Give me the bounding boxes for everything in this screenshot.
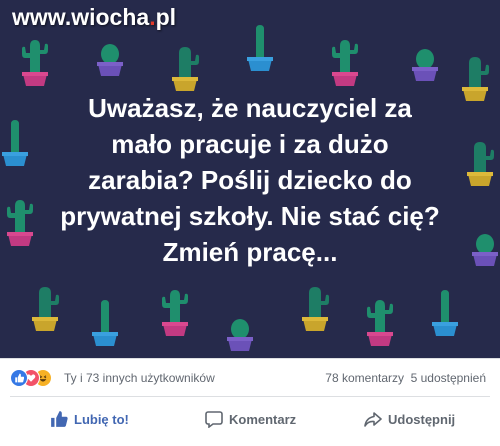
post-image[interactable]: www.wiocha.pl Uważasz, że nauczyciel za … [0,0,500,358]
share-button-label: Udostępnij [388,411,456,427]
reactions-bar: Ty i 73 innych użytkowników 78 komentarz… [0,360,500,396]
comment-icon [205,411,223,428]
meme-text-line: Zmień pracę... [162,237,338,267]
meme-text-line: mało pracuje i za dużo [111,129,389,159]
share-button[interactable]: Udostępnij [364,404,455,434]
comment-button-label: Komentarz [229,411,297,427]
like-button-label: Lubię to! [74,411,129,427]
watermark-tld: pl [155,4,177,30]
shares-count-link[interactable]: 5 udostępnień [411,371,486,385]
reaction-icons[interactable] [10,369,60,387]
comments-count-link[interactable]: 78 komentarzy [325,371,404,385]
watermark-logo: www.wiocha.pl [12,4,176,31]
share-icon [364,412,382,427]
divider [0,358,500,359]
meme-text-line: prywatnej szkoły. Nie stać cię? [60,201,440,231]
meme-text-line: Uważasz, że nauczyciel za [88,93,412,123]
like-button[interactable]: Lubię to! [50,404,129,434]
comment-button[interactable]: Komentarz [205,404,296,434]
watermark-name: wiocha [71,4,150,30]
thumbs-up-icon [51,411,68,427]
like-reaction-icon [10,369,28,387]
reactions-summary[interactable]: Ty i 73 innych użytkowników [64,371,215,385]
divider [10,396,490,397]
post-actions: Lubię to! Komentarz Udostępnij [0,398,500,442]
meme-text-line: zarabia? Poślij dziecko do [88,165,412,195]
meme-text: Uważasz, że nauczyciel za mało pracuje i… [20,90,480,270]
watermark-prefix: www. [12,4,72,30]
